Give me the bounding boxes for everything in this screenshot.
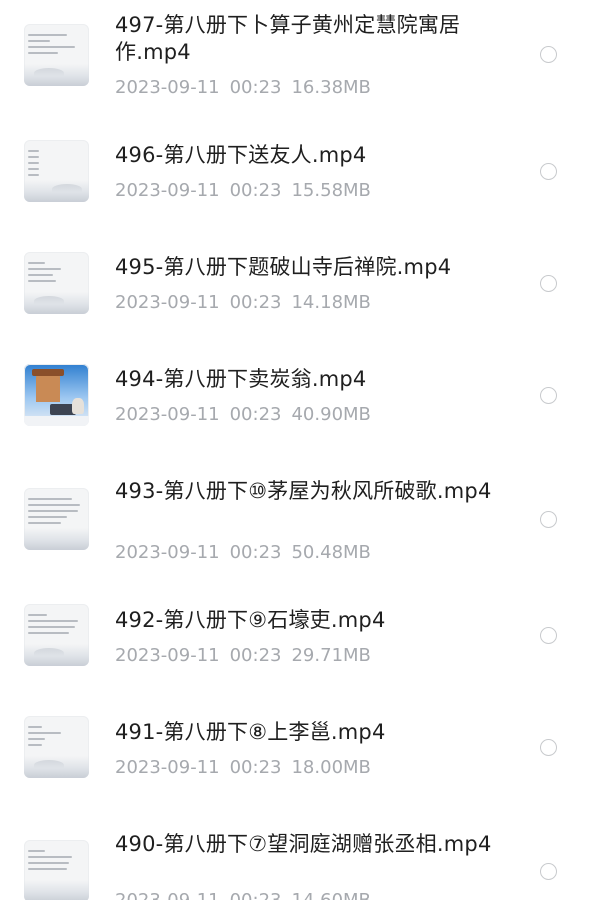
file-time: 00:23 [229,180,282,201]
video-thumbnail [24,140,89,202]
file-time: 00:23 [229,77,282,98]
file-size: 40.90MB [291,404,371,425]
video-thumbnail [24,24,89,86]
file-time: 00:23 [229,757,282,778]
file-date: 2023-09-11 [115,404,220,425]
video-thumbnail [24,604,89,666]
file-list: 497-第八册下卜算子黄州定慧院寓居作.mp4 2023-09-11 00:23 1… [0,0,589,900]
file-name: 493-第八册下⑩茅屋为秋风所破歌.mp4 [115,479,492,503]
select-radio[interactable] [540,387,557,404]
file-size: 50.48MB [291,542,371,563]
file-name: 490-第八册下⑦望洞庭湖赠张丞相.mp4 [115,832,492,856]
file-meta: 2023-09-11 00:23 14.18MB [115,292,381,314]
file-meta: 2023-09-11 00:23 15.58MB [115,180,381,202]
file-time: 00:23 [229,404,282,425]
file-time: 00:23 [230,890,282,900]
file-size: 15.58MB [291,180,371,201]
select-radio[interactable] [540,739,557,756]
select-radio[interactable] [540,627,557,644]
file-size: 14.18MB [291,292,371,313]
file-meta: 2023-09-11 00:23 18.00MB [115,757,381,779]
select-radio[interactable] [540,163,557,180]
file-date: 2023-09-11 [115,757,220,778]
file-name: 492-第八册下⑨石壕吏.mp4 [115,608,386,632]
file-date: 2023-09-11 [115,890,220,900]
video-thumbnail [24,716,89,778]
file-date: 2023-09-11 [115,542,220,563]
file-size: 16.38MB [291,77,371,98]
file-meta: 2023-09-11 00:23 29.71MB [115,645,381,667]
file-meta: 2023-09-11 00:23 14.60MB [115,890,381,900]
file-name: 494-第八册下卖炭翁.mp4 [115,367,367,391]
file-date: 2023-09-11 [115,77,220,98]
file-time: 00:23 [229,542,282,563]
file-date: 2023-09-11 [115,180,220,201]
file-name: 495-第八册下题破山寺后禅院.mp4 [115,255,452,279]
file-date: 2023-09-11 [115,645,220,666]
select-radio[interactable] [540,275,557,292]
file-meta: 2023-09-11 00:23 50.48MB [115,542,381,564]
file-name: 497-第八册下卜算子黄州定慧院寓居作.mp4 [115,13,461,64]
file-name: 491-第八册下⑧上李邕.mp4 [115,720,386,744]
video-thumbnail [24,488,89,550]
file-size: 18.00MB [291,757,371,778]
select-radio[interactable] [540,511,557,528]
file-name: 496-第八册下送友人.mp4 [115,143,367,167]
video-thumbnail [24,840,89,900]
file-meta: 2023-09-11 00:23 40.90MB [115,404,381,426]
file-size: 14.60MB [291,890,370,900]
video-thumbnail [24,252,89,314]
file-time: 00:23 [229,645,282,666]
file-meta: 2023-09-11 00:23 16.38MB [115,77,381,99]
file-date: 2023-09-11 [115,292,220,313]
select-radio[interactable] [540,863,557,880]
file-size: 29.71MB [291,645,371,666]
file-time: 00:23 [229,292,282,313]
select-radio[interactable] [540,46,557,63]
video-thumbnail [24,364,89,426]
